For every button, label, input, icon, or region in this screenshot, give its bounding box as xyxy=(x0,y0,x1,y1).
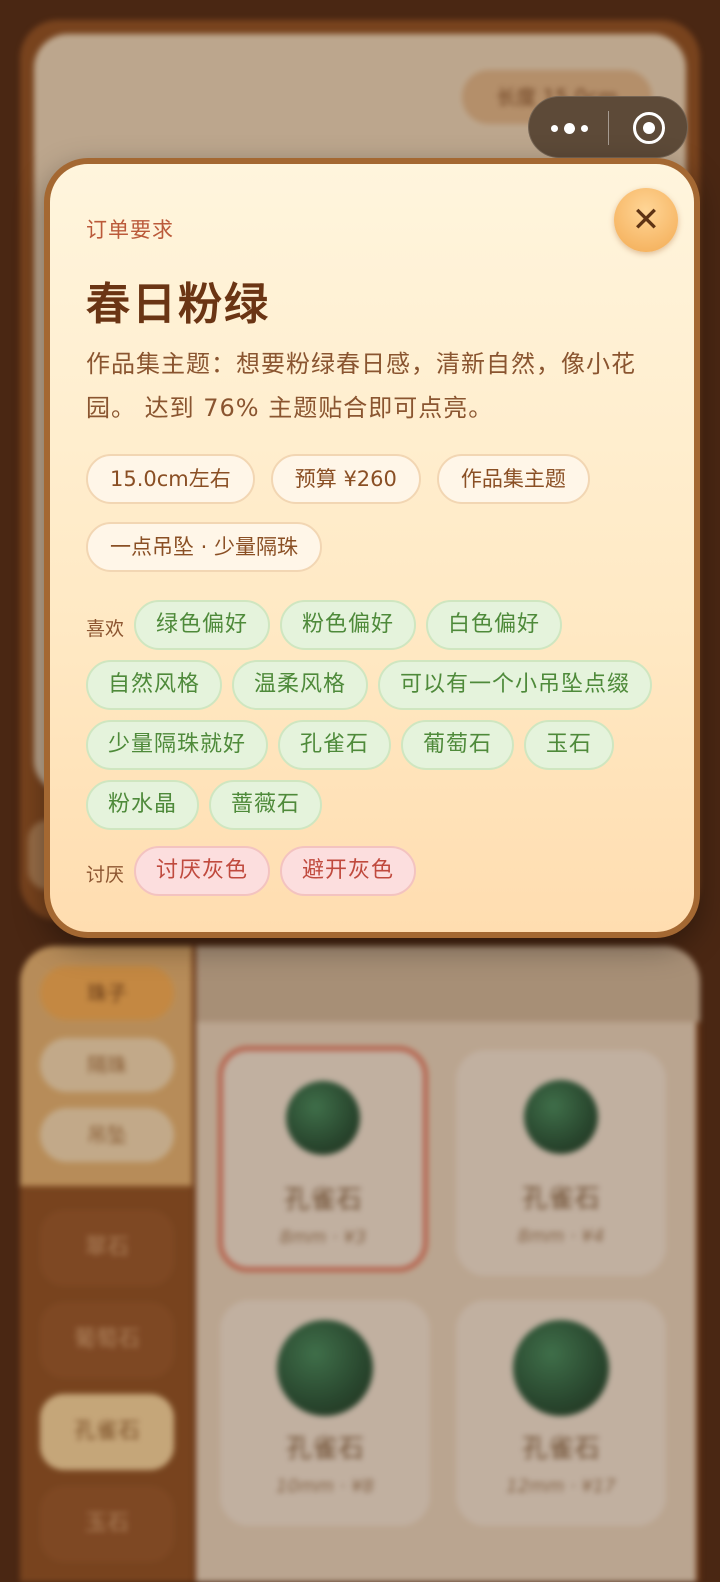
product-card[interactable]: 孔雀石 10mm · ¥8 xyxy=(220,1300,430,1526)
like-chip: 葡萄石 xyxy=(401,720,515,770)
product-price: 8mm · ¥3 xyxy=(279,1227,367,1248)
dislike-chip: 避开灰色 xyxy=(280,846,417,896)
dislikes-row: 讨厌灰色 避开灰色 xyxy=(134,846,417,896)
dot xyxy=(580,124,588,132)
product-card[interactable]: 孔雀石 8mm · ¥4 xyxy=(456,1050,666,1276)
like-chip: 可以有一个小吊坠点缀 xyxy=(378,660,653,710)
category-item[interactable]: 孔雀石 xyxy=(40,1394,174,1470)
like-chip: 孔雀石 xyxy=(278,720,392,770)
product-price: 8mm · ¥4 xyxy=(517,1226,605,1247)
product-name: 孔雀石 xyxy=(521,1184,600,1214)
category-item[interactable]: 翠石 xyxy=(40,1210,174,1286)
close-button[interactable]: ✕ xyxy=(614,188,678,252)
product-price: 12mm · ¥17 xyxy=(506,1476,616,1497)
tag-budget: 预算 ¥260 xyxy=(270,454,421,504)
product-name: 孔雀石 xyxy=(521,1434,600,1464)
likes-row: 粉水晶 蔷薇石 xyxy=(86,780,323,830)
requirement-tags: 15.0cm左右 预算 ¥260 作品集主题 xyxy=(86,454,590,504)
likes-row: 自然风格 温柔风格 可以有一个小吊坠点缀 xyxy=(86,660,653,710)
like-chip: 温柔风格 xyxy=(232,660,369,710)
like-chip: 蔷薇石 xyxy=(209,780,323,830)
like-chip: 自然风格 xyxy=(86,660,223,710)
like-chip: 粉水晶 xyxy=(86,780,200,830)
like-chip: 白色偏好 xyxy=(426,600,563,650)
bead-image xyxy=(513,1320,609,1416)
filter-chip-pendants[interactable]: 吊坠 xyxy=(40,1108,174,1162)
modal-body: ✕ 订单要求 春日粉绿 作品集主题：想要粉绿春日感，清新自然，像小花园。 达到 … xyxy=(50,164,694,932)
likes-row: 少量隔珠就好 孔雀石 葡萄石 玉石 xyxy=(86,720,615,770)
more-dots-icon[interactable] xyxy=(529,97,609,159)
product-price: 10mm · ¥8 xyxy=(275,1476,375,1497)
drawer-header xyxy=(196,946,700,1022)
tag-length: 15.0cm左右 xyxy=(86,454,255,504)
order-requirements-modal: ✕ 订单要求 春日粉绿 作品集主题：想要粉绿春日感，清新自然，像小花园。 达到 … xyxy=(44,158,700,938)
product-name: 孔雀石 xyxy=(285,1434,364,1464)
miniprogram-capsule xyxy=(528,96,688,158)
filter-chip-beads[interactable]: 珠子 xyxy=(40,966,174,1020)
category-item[interactable]: 玉石 xyxy=(40,1486,174,1562)
dislike-chip: 讨厌灰色 xyxy=(134,846,271,896)
modal-title: 春日粉绿 xyxy=(86,279,270,330)
filter-chip-spacers[interactable]: 隔珠 xyxy=(40,1038,174,1092)
requirement-tags-row2: 一点吊坠 · 少量隔珠 xyxy=(86,522,323,572)
bead-image xyxy=(524,1080,598,1154)
dot xyxy=(563,122,575,134)
like-chip: 绿色偏好 xyxy=(134,600,271,650)
app-screen: 长度 15.0cm 珠子 隔珠 吊坠 翠石 葡萄石 孔雀石 玉石 孔雀石 8mm… xyxy=(0,0,720,1582)
dot xyxy=(550,124,558,132)
tag-accessories: 一点吊坠 · 少量隔珠 xyxy=(86,522,323,572)
product-card[interactable]: 孔雀石 12mm · ¥17 xyxy=(456,1300,666,1526)
dislikes-label: 讨厌 xyxy=(86,864,125,886)
bead-image xyxy=(277,1320,373,1416)
like-chip: 粉色偏好 xyxy=(280,600,417,650)
circle-target-icon[interactable] xyxy=(633,112,665,144)
bead-image xyxy=(286,1081,360,1155)
category-item[interactable]: 葡萄石 xyxy=(40,1302,174,1378)
product-name: 孔雀石 xyxy=(283,1185,362,1215)
like-chip: 少量隔珠就好 xyxy=(86,720,269,770)
product-card[interactable]: 孔雀石 8mm · ¥3 xyxy=(218,1046,428,1272)
like-chip: 玉石 xyxy=(524,720,615,770)
modal-description: 作品集主题：想要粉绿春日感，清新自然，像小花园。 达到 76% 主题贴合即可点亮… xyxy=(86,350,636,422)
capsule-divider xyxy=(608,111,609,145)
likes-row: 绿色偏好 粉色偏好 白色偏好 xyxy=(134,600,563,650)
tag-theme: 作品集主题 xyxy=(436,454,590,504)
likes-label: 喜欢 xyxy=(86,618,125,640)
modal-kicker: 订单要求 xyxy=(86,218,174,242)
